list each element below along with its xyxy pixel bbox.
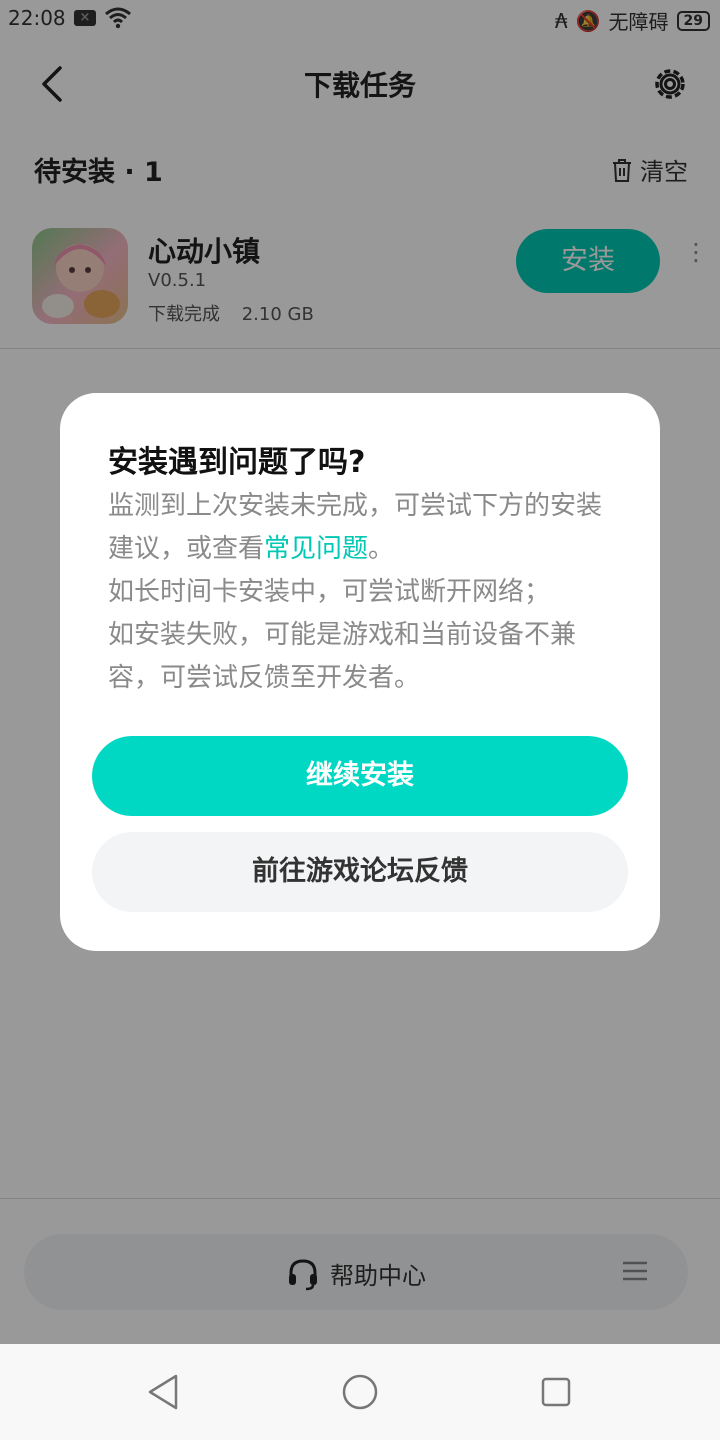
dialog-text-part2: 。	[368, 534, 395, 564]
continue-install-button[interactable]: 继续安装	[92, 736, 628, 816]
faq-link[interactable]: 常见问题	[264, 534, 368, 564]
dialog-title: 安装遇到问题了吗?	[108, 445, 366, 480]
nav-back-icon[interactable]	[146, 1372, 182, 1412]
nav-home-icon[interactable]	[342, 1374, 378, 1410]
dialog-text-line2: 如长时间卡安装中，可尝试断开网络；	[108, 577, 551, 607]
nav-recent-apps-icon[interactable]	[540, 1376, 572, 1408]
install-problem-dialog: 安装遇到问题了吗? 监测到上次安装未完成，可尝试下方的安装建议，或查看常见问题。…	[60, 393, 660, 951]
forum-feedback-button[interactable]: 前往游戏论坛反馈	[92, 832, 628, 912]
dialog-text-line3: 如安装失败，可能是游戏和当前设备不兼容，可尝试反馈至开发者。	[108, 620, 577, 693]
dialog-body: 监测到上次安装未完成，可尝试下方的安装建议，或查看常见问题。 如长时间卡安装中，…	[108, 485, 618, 700]
system-nav-bar	[0, 1344, 720, 1440]
